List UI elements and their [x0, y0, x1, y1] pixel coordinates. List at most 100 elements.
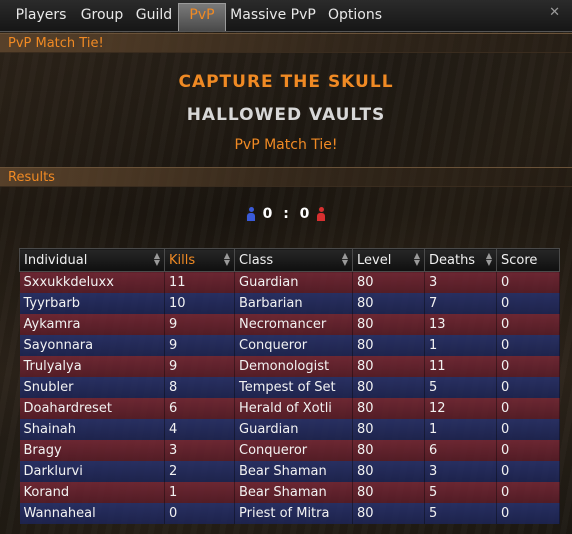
- cell-kills: 11: [164, 271, 235, 293]
- table-row[interactable]: Darklurvi 2 Bear Shaman 80 3 0: [19, 461, 560, 482]
- cell-deaths: 5: [424, 377, 497, 398]
- cell-individual: Shainah: [19, 419, 165, 440]
- cell-level: 80: [352, 503, 425, 524]
- cell-score: 0: [496, 335, 560, 356]
- header-title: PvP Match Tie!: [8, 36, 104, 51]
- blue-team-icon: [246, 207, 255, 221]
- tab-players[interactable]: Players: [8, 4, 74, 30]
- cell-kills: 1: [164, 482, 235, 503]
- table-row[interactable]: Snubler 8 Tempest of Set 80 5 0: [19, 377, 560, 398]
- cell-class: Tempest of Set: [234, 377, 353, 398]
- cell-class: Bear Shaman: [234, 482, 353, 503]
- cell-kills: 6: [164, 398, 235, 419]
- sort-icon: ▲ ▼: [341, 251, 348, 267]
- cell-score: 0: [496, 314, 560, 335]
- cell-kills: 8: [164, 377, 235, 398]
- cell-score: 0: [496, 377, 560, 398]
- cell-individual: Aykamra: [19, 314, 165, 335]
- cell-kills: 9: [164, 335, 235, 356]
- cell-class: Necromancer: [234, 314, 353, 335]
- close-icon[interactable]: ✕: [549, 5, 560, 20]
- cell-individual: Sxxukkdeluxx: [19, 271, 165, 293]
- cell-score: 0: [496, 419, 560, 440]
- cell-class: Guardian: [234, 271, 353, 293]
- results-table: Individual ▲ ▼ Kills ▲ ▼ Class ▲ ▼ Level ▲ ▼ Dea…: [19, 248, 560, 524]
- table-row[interactable]: Sxxukkdeluxx 11 Guardian 80 3 0: [19, 271, 560, 293]
- cell-level: 80: [352, 271, 425, 293]
- cell-score: 0: [496, 461, 560, 482]
- column-header-class[interactable]: Class ▲ ▼: [234, 248, 353, 272]
- match-map-name: Hallowed Vaults: [186, 105, 386, 125]
- tab-guild[interactable]: Guild: [131, 4, 177, 30]
- table-row[interactable]: Wannaheal 0 Priest of Mitra 80 5 0: [19, 503, 560, 524]
- cell-individual: Darklurvi: [19, 461, 165, 482]
- cell-deaths: 13: [424, 314, 497, 335]
- column-header-score[interactable]: Score: [496, 248, 560, 272]
- tab-pvp[interactable]: PvP: [178, 3, 226, 31]
- table-row[interactable]: Doahardreset 6 Herald of Xotli 80 12 0: [19, 398, 560, 419]
- cell-individual: Doahardreset: [19, 398, 165, 419]
- table-row[interactable]: Shainah 4 Guardian 80 1 0: [19, 419, 560, 440]
- cell-deaths: 5: [424, 482, 497, 503]
- cell-class: Priest of Mitra: [234, 503, 353, 524]
- cell-level: 80: [352, 314, 425, 335]
- table-row[interactable]: Aykamra 9 Necromancer 80 13 0: [19, 314, 560, 335]
- sort-icon: ▲ ▼: [153, 251, 160, 267]
- team-scoreline: 0 : 0: [0, 206, 572, 222]
- cell-level: 80: [352, 419, 425, 440]
- table-row[interactable]: Tyyrbarb 10 Barbarian 80 7 0: [19, 293, 560, 314]
- column-header-kills[interactable]: Kills ▲ ▼: [164, 248, 235, 272]
- cell-kills: 10: [164, 293, 235, 314]
- table-row[interactable]: Korand 1 Bear Shaman 80 5 0: [19, 482, 560, 503]
- cell-class: Conqueror: [234, 440, 353, 461]
- match-mode-title: Capture the Skull: [178, 72, 394, 92]
- cell-deaths: 6: [424, 440, 497, 461]
- cell-deaths: 5: [424, 503, 497, 524]
- cell-kills: 3: [164, 440, 235, 461]
- sort-icon: ▲ ▼: [485, 251, 492, 267]
- cell-individual: Korand: [19, 482, 165, 503]
- cell-score: 0: [496, 440, 560, 461]
- header-title-bar: PvP Match Tie!: [0, 33, 572, 53]
- cell-deaths: 11: [424, 356, 497, 377]
- cell-deaths: 1: [424, 335, 497, 356]
- cell-score: 0: [496, 503, 560, 524]
- column-header-level[interactable]: Level ▲ ▼: [352, 248, 425, 272]
- cell-level: 80: [352, 482, 425, 503]
- cell-kills: 2: [164, 461, 235, 482]
- results-table-body: Sxxukkdeluxx 11 Guardian 80 3 0 Tyyrbarb 10 Barb…: [19, 271, 560, 524]
- tab-group[interactable]: Group: [76, 4, 128, 30]
- cell-class: Barbarian: [234, 293, 353, 314]
- cell-deaths: 3: [424, 461, 497, 482]
- cell-level: 80: [352, 461, 425, 482]
- cell-score: 0: [496, 293, 560, 314]
- sort-icon: ▲ ▼: [223, 251, 230, 267]
- sort-icon: ▲ ▼: [413, 251, 420, 267]
- tab-massive-pvp[interactable]: Massive PvP: [227, 4, 319, 30]
- cell-score: 0: [496, 271, 560, 293]
- cell-level: 80: [352, 377, 425, 398]
- cell-individual: Tyyrbarb: [19, 293, 165, 314]
- column-header-deaths[interactable]: Deaths ▲ ▼: [424, 248, 497, 272]
- score-separator: :: [283, 206, 289, 222]
- cell-level: 80: [352, 335, 425, 356]
- cell-class: Conqueror: [234, 335, 353, 356]
- table-row[interactable]: Bragy 3 Conqueror 80 6 0: [19, 440, 560, 461]
- table-row[interactable]: Sayonnara 9 Conqueror 80 1 0: [19, 335, 560, 356]
- cell-class: Demonologist: [234, 356, 353, 377]
- cell-score: 0: [496, 398, 560, 419]
- cell-level: 80: [352, 440, 425, 461]
- cell-score: 0: [496, 356, 560, 377]
- cell-deaths: 7: [424, 293, 497, 314]
- table-row[interactable]: Trulyalya 9 Demonologist 80 11 0: [19, 356, 560, 377]
- blue-team-score: 0: [262, 206, 273, 222]
- cell-deaths: 3: [424, 271, 497, 293]
- cell-class: Bear Shaman: [234, 461, 353, 482]
- cell-class: Herald of Xotli: [234, 398, 353, 419]
- column-header-individual[interactable]: Individual ▲ ▼: [19, 248, 165, 272]
- cell-individual: Bragy: [19, 440, 165, 461]
- cell-individual: Trulyalya: [19, 356, 165, 377]
- red-team-icon: [317, 207, 326, 221]
- cell-deaths: 1: [424, 419, 497, 440]
- tab-options[interactable]: Options: [322, 4, 388, 30]
